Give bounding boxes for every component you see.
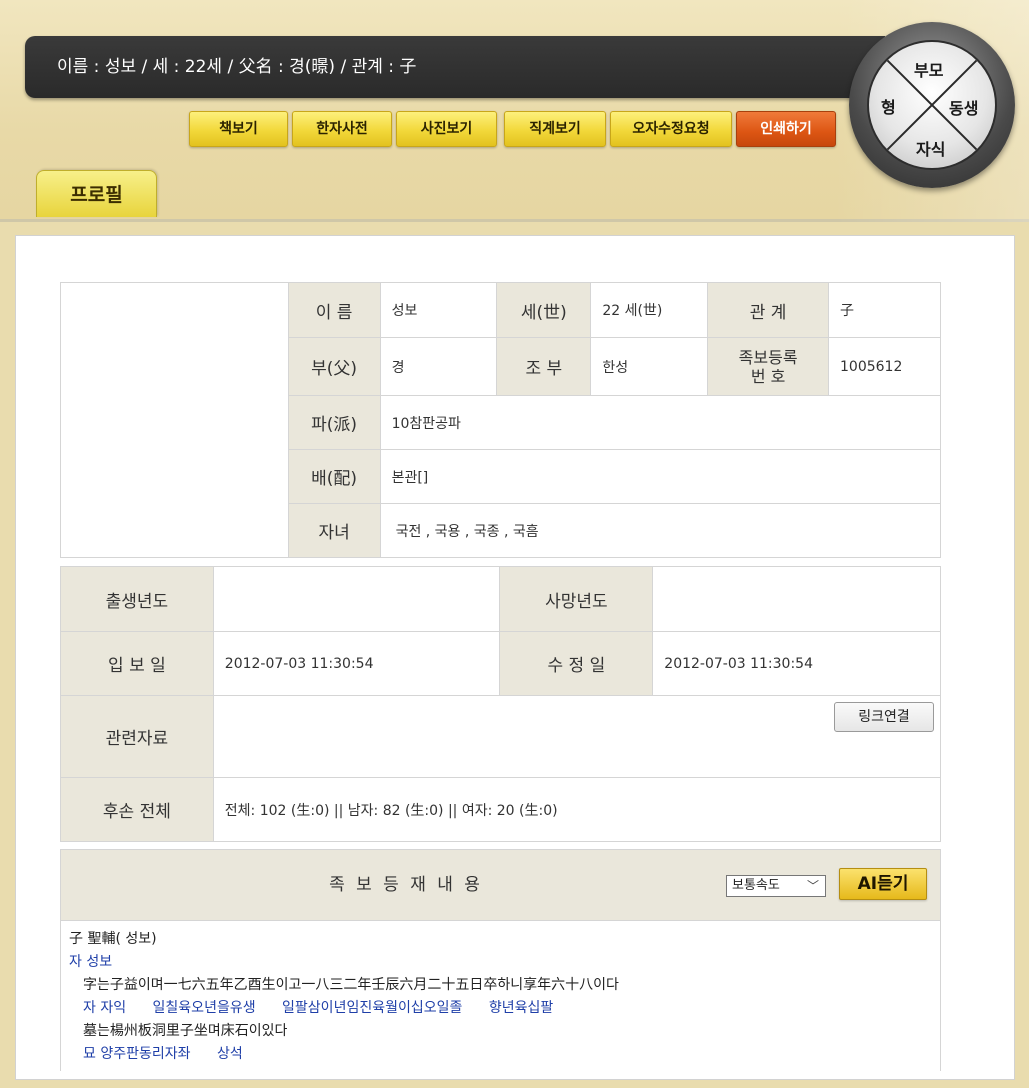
death-year-value bbox=[652, 566, 941, 632]
chevron-down-icon: ﹀ bbox=[806, 879, 819, 893]
registration-label-line2: 번 호 bbox=[750, 366, 786, 386]
record-segment: 향년육십팔 bbox=[488, 1000, 554, 1016]
record-segment: 묘 양주판동리자좌 bbox=[83, 1046, 191, 1062]
record-segment: 자 자익 bbox=[83, 1000, 127, 1016]
content-panel: 이 름 성보 세(世) 22 세(世) 관 계 子 부(父) 경 조 부 한성 … bbox=[15, 235, 1015, 1080]
genealogy-record-body: 子 聖輔( 성보) 자 성보 字는子益이며一七六五年乙酉生이고一八三二年壬辰六月… bbox=[60, 921, 941, 1071]
father-value: 경 bbox=[379, 337, 498, 396]
family-navigator: 부모 형 동생 자식 bbox=[849, 22, 1015, 188]
children-value: 국전 , 국용 , 국종 , 국흠 bbox=[379, 503, 942, 558]
nav-children[interactable]: 자식 bbox=[916, 136, 945, 160]
related-materials-label: 관련자료 bbox=[60, 695, 214, 778]
branch-value: 10참판공파 bbox=[379, 395, 942, 450]
death-year-label: 사망년도 bbox=[499, 566, 654, 632]
record-line: 子 聖輔( 성보) bbox=[69, 931, 157, 947]
birth-year-value bbox=[212, 566, 501, 632]
spouse-value: 본관[] bbox=[379, 449, 942, 504]
profile-table: 이 름 성보 세(世) 22 세(世) 관 계 子 부(父) 경 조 부 한성 … bbox=[60, 282, 942, 558]
record-segment: 일칠육오년을유생 bbox=[152, 1000, 256, 1016]
relation-label: 관 계 bbox=[707, 282, 830, 338]
record-line: 자 자익 일칠육오년을유생 일팔삼이년임진육월이십오일졸 향년육십팔 bbox=[69, 997, 932, 1020]
view-lineage-button[interactable]: 직계보기 bbox=[504, 111, 606, 147]
modified-date-value: 2012-07-03 11:30:54 bbox=[652, 631, 941, 696]
registration-label: 족보등록 번 호 bbox=[707, 337, 830, 396]
grandfather-value: 한성 bbox=[590, 337, 709, 396]
typo-correction-button[interactable]: 오자수정요청 bbox=[610, 111, 732, 147]
speech-speed-value: 보통속도 bbox=[732, 878, 780, 893]
descendants-value: 전체: 102 (生:0) || 남자: 82 (生:0) || 여자: 20 … bbox=[212, 777, 942, 842]
related-materials-cell: 링크연결 bbox=[212, 695, 942, 778]
record-line: 字는子益이며一七六五年乙酉生이고一八三二年壬辰六月二十五日卒하니享年六十八이다 bbox=[83, 977, 619, 993]
ai-listen-button[interactable]: AI듣기 bbox=[839, 868, 927, 900]
photo-cell bbox=[60, 282, 289, 558]
print-button[interactable]: 인쇄하기 bbox=[736, 111, 836, 147]
record-line: 墓는楊州板洞里子坐며床石이있다 bbox=[83, 1023, 288, 1039]
entry-date-value: 2012-07-03 11:30:54 bbox=[212, 631, 501, 696]
record-line: 자 성보 bbox=[69, 954, 113, 970]
children-label: 자녀 bbox=[287, 503, 381, 558]
registration-value: 1005612 bbox=[828, 337, 941, 396]
descendants-label: 후손 전체 bbox=[60, 777, 214, 842]
person-info-bar: 이름 : 성보 / 세 : 22세 / 父名 : 경(暻) / 관계 : 子 bbox=[25, 36, 885, 98]
hanja-dictionary-button[interactable]: 한자사전 bbox=[292, 111, 392, 147]
genealogy-record-header: 족 보 등 재 내 용 보통속도 ﹀ AI듣기 bbox=[60, 849, 941, 921]
generation-value: 22 세(世) bbox=[590, 282, 709, 338]
spouse-label: 배(配) bbox=[287, 449, 381, 504]
details-table: 출생년도 사망년도 입 보 일 2012-07-03 11:30:54 수 정 … bbox=[60, 566, 942, 842]
generation-label: 세(世) bbox=[496, 282, 592, 338]
branch-label: 파(派) bbox=[287, 395, 381, 450]
record-line: 묘 양주판동리자좌 상석 bbox=[69, 1043, 932, 1066]
name-value: 성보 bbox=[379, 282, 498, 338]
nav-older-brother[interactable]: 형 bbox=[881, 94, 896, 118]
record-segment: 상석 bbox=[216, 1046, 243, 1062]
record-segment: 일팔삼이년임진육월이십오일졸 bbox=[282, 1000, 463, 1016]
birth-year-label: 출생년도 bbox=[60, 566, 214, 632]
link-connect-button[interactable]: 링크연결 bbox=[834, 702, 934, 732]
tab-profile[interactable]: 프로필 bbox=[36, 170, 157, 217]
genealogy-record-title: 족 보 등 재 내 용 bbox=[329, 875, 483, 895]
person-info-text: 이름 : 성보 / 세 : 22세 / 父名 : 경(暻) / 관계 : 子 bbox=[57, 57, 417, 77]
father-label: 부(父) bbox=[287, 337, 381, 396]
name-label: 이 름 bbox=[287, 282, 381, 338]
view-book-button[interactable]: 책보기 bbox=[189, 111, 288, 147]
grandfather-label: 조 부 bbox=[496, 337, 592, 396]
registration-label-line1: 족보등록 bbox=[738, 347, 798, 367]
view-photo-button[interactable]: 사진보기 bbox=[396, 111, 497, 147]
nav-parents[interactable]: 부모 bbox=[914, 57, 943, 81]
modified-date-label: 수 정 일 bbox=[499, 631, 654, 696]
relation-value: 子 bbox=[828, 282, 941, 338]
nav-younger-sibling[interactable]: 동생 bbox=[949, 95, 978, 119]
entry-date-label: 입 보 일 bbox=[60, 631, 214, 696]
speech-speed-select[interactable]: 보통속도 ﹀ bbox=[726, 875, 826, 897]
